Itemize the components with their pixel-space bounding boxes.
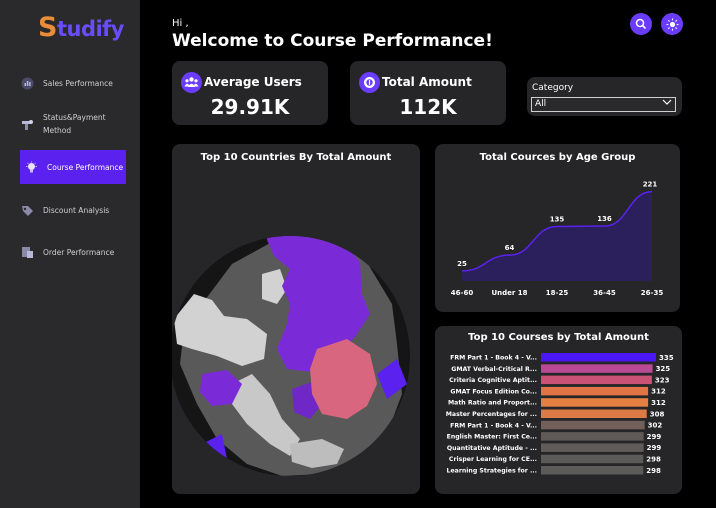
map-region-blue	[322, 200, 347, 214]
bar[interactable]	[541, 443, 644, 452]
data-label: 308	[650, 410, 665, 418]
chevron-down-icon	[662, 98, 672, 111]
age-group-area-chart[interactable]: 25 46-60 64 Under 18 135 18-25 136 36-45 221 26-3…	[435, 144, 680, 312]
data-label: 298	[646, 467, 661, 475]
top-courses-chart-panel: Top 10 Courses by Total Amount FRM Part …	[435, 326, 682, 494]
users-icon	[181, 72, 202, 93]
sidebar-item-label: Course Performance	[47, 162, 124, 172]
bar[interactable]	[541, 364, 653, 373]
kpi-label: Average Users	[204, 75, 302, 89]
y-tick-label: FRM Part 1 - Book 4 - V...	[450, 422, 537, 429]
x-tick-label: 36-45	[593, 289, 616, 297]
bar[interactable]	[541, 375, 652, 385]
data-label: 299	[647, 444, 662, 452]
y-tick-label: GMAT Focus Edition Co...	[450, 388, 537, 395]
x-tick-label: 46-60	[451, 289, 474, 297]
sidebar-item-discount-analysis[interactable]: Discount Analysis	[20, 203, 126, 217]
bar[interactable]	[541, 432, 644, 441]
data-label: 136	[597, 215, 612, 223]
app-logo[interactable]: Studify	[38, 12, 125, 43]
age-group-chart-panel: Total Cources by Age Group 25 46-60 64 Unde…	[435, 144, 680, 312]
sidebar-item-course-performance[interactable]: Course Performance	[20, 150, 126, 184]
data-label: 325	[656, 365, 671, 373]
y-tick-label: English Master: First Ce...	[447, 434, 537, 441]
sidebar-item-sales-performance[interactable]: Sales Performance	[20, 76, 126, 90]
globe-map[interactable]	[172, 144, 420, 494]
x-tick-label: 26-35	[641, 289, 664, 297]
y-tick-label: Crisper Learning for CE...	[449, 456, 537, 463]
bar[interactable]	[541, 386, 649, 396]
search-button[interactable]	[630, 13, 652, 35]
kpi-value: 29.91K	[210, 95, 290, 119]
bar[interactable]	[541, 353, 656, 362]
area-fill	[462, 191, 652, 281]
search-icon	[635, 18, 647, 30]
x-tick-label: Under 18	[491, 289, 527, 297]
sun-icon	[666, 18, 678, 30]
bar[interactable]	[541, 420, 645, 430]
map-region-purple	[307, 202, 347, 218]
category-select[interactable]: All	[531, 97, 676, 112]
discount-icon	[20, 203, 34, 217]
map-panel: Top 10 Countries By Total Amount	[172, 144, 420, 494]
data-label: 312	[651, 388, 666, 396]
map-region-blue	[300, 196, 344, 210]
bar[interactable]	[541, 409, 647, 419]
sidebar: Studify Sales Performance Status&Payment…	[0, 0, 140, 508]
kpi-total-amount: Total Amount 112K	[350, 61, 506, 125]
bar[interactable]	[541, 466, 644, 475]
page-title: Welcome to Course Performance!	[172, 31, 493, 51]
sidebar-item-order-performance[interactable]: Order Performance	[20, 245, 126, 259]
data-label: 298	[646, 456, 661, 464]
data-label: 302	[648, 422, 663, 430]
data-label: 25	[457, 260, 467, 268]
y-tick-label: Learning Strategies for ...	[447, 468, 537, 475]
data-label: 221	[643, 181, 658, 189]
kpi-value: 112K	[399, 95, 457, 119]
category-label: Category	[532, 83, 574, 93]
category-filter: Category All	[527, 77, 682, 116]
y-tick-label: FRM Part 1 - Book 4 - V...	[450, 355, 537, 362]
order-icon	[20, 245, 34, 259]
kpi-label: Total Amount	[382, 75, 472, 89]
y-tick-label: Math Ratio and Proport...	[448, 400, 537, 407]
data-label: 323	[655, 376, 670, 384]
sidebar-item-label: Order Performance	[43, 247, 115, 257]
sidebar-item-label: Sales Performance	[43, 78, 113, 88]
chart-icon	[20, 76, 34, 90]
top-courses-bar-chart[interactable]: FRM Part 1 - Book 4 - V... 335 GMAT Verbal…	[435, 326, 682, 494]
y-tick-label: Quantitative Aptitude - ...	[447, 445, 537, 452]
kpi-average-users: Average Users 29.91K	[172, 61, 328, 125]
sidebar-item-label: Discount Analysis	[43, 205, 110, 215]
data-label: 299	[647, 433, 662, 441]
money-icon	[359, 72, 380, 93]
bar[interactable]	[541, 454, 644, 464]
data-label: 135	[550, 215, 565, 223]
sidebar-item-label: Status&Payment Method	[43, 113, 106, 135]
data-label: 335	[659, 354, 674, 362]
theme-toggle-button[interactable]	[661, 13, 683, 35]
y-tick-label: Criteria Cognitive Aptit...	[449, 377, 537, 384]
greeting: Hi ,	[172, 18, 189, 29]
payment-icon	[20, 117, 34, 131]
data-label: 64	[505, 244, 515, 252]
y-tick-label: GMAT Verbal-Critical R...	[451, 366, 537, 373]
category-selected-value: All	[535, 99, 547, 109]
sidebar-item-status-payment[interactable]: Status&Payment Method	[20, 111, 126, 137]
lightbulb-icon	[24, 160, 38, 174]
bar[interactable]	[541, 398, 649, 407]
x-tick-label: 18-25	[546, 289, 569, 297]
data-label: 312	[651, 399, 666, 407]
y-tick-label: Master Percentages for ...	[446, 411, 537, 418]
